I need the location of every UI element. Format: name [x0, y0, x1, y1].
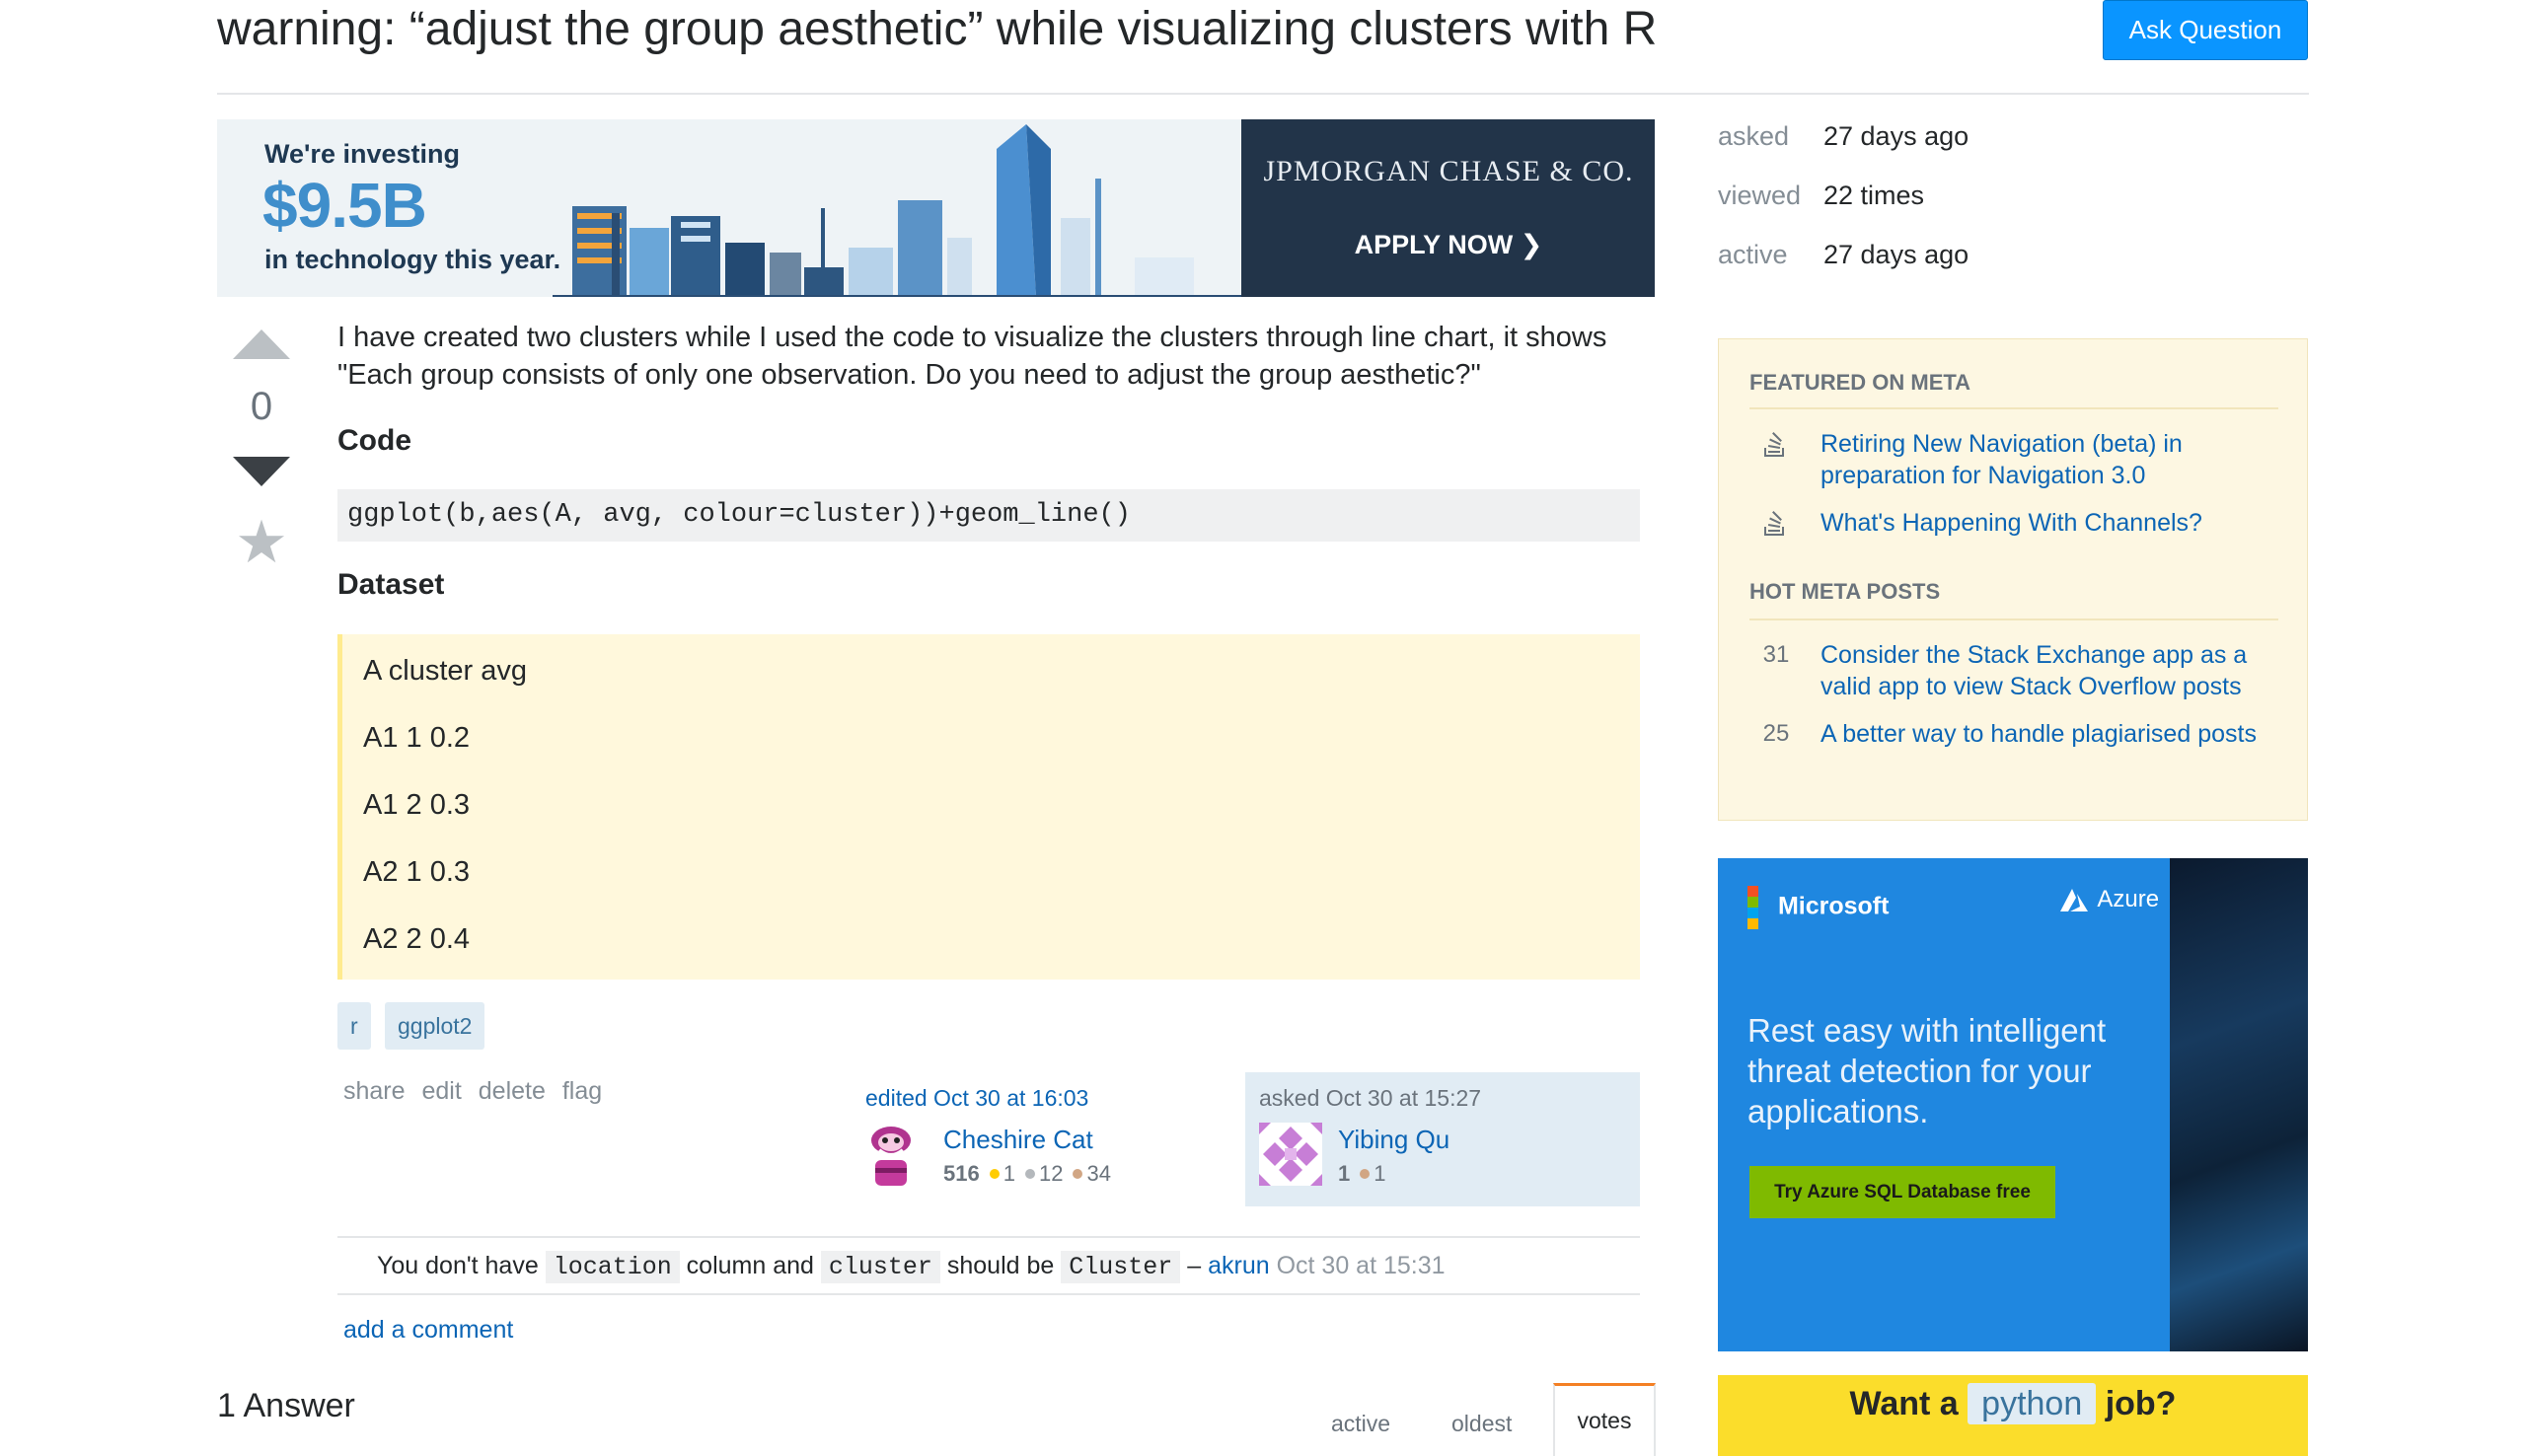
ad-headline: We're investing — [264, 139, 460, 169]
question-body-text: I have created two clusters while I used… — [337, 322, 1607, 391]
stat-active-value[interactable]: 27 days ago — [1823, 240, 1969, 270]
editor-name[interactable]: Cheshire Cat — [943, 1125, 1093, 1155]
hot-post-score: 31 — [1762, 641, 1790, 668]
jobs-suffix: job? — [2105, 1385, 2177, 1422]
dataset-line: A2 2 0.4 — [363, 923, 471, 955]
python-jobs-text[interactable]: Want a python job? — [1718, 1383, 2308, 1424]
top-ad-banner[interactable]: We're investing $9.5B in technology this… — [217, 119, 1655, 297]
tag-ggplot2[interactable]: ggplot2 — [385, 1002, 485, 1050]
meta-divider — [1749, 619, 2278, 620]
comment-divider — [337, 1293, 1640, 1295]
microsoft-logo: Microsoft — [1747, 886, 1889, 929]
delete-link[interactable]: delete — [479, 1077, 546, 1105]
downvote-arrow-icon[interactable] — [233, 457, 290, 486]
comment-author[interactable]: akrun — [1208, 1252, 1270, 1279]
comment-dash: – — [1187, 1252, 1202, 1279]
sort-tab-active[interactable]: active — [1331, 1411, 1390, 1437]
featured-on-meta-heading: FEATURED ON META — [1749, 370, 1971, 395]
stat-asked-label: asked — [1718, 121, 1790, 151]
sort-tab-votes[interactable]: votes — [1553, 1383, 1656, 1456]
city-night-photo — [2170, 858, 2308, 1351]
jobs-prefix: Want a — [1849, 1385, 1959, 1422]
meta-divider — [1749, 407, 2278, 409]
ad-apply-button[interactable]: APPLY NOW ❯ — [1261, 230, 1636, 260]
gold-badge-icon — [989, 1169, 1000, 1180]
silver-badge-count: 12 — [1038, 1161, 1064, 1186]
silver-badge-icon — [1024, 1169, 1035, 1180]
microsoft-windows-icon — [1747, 886, 1771, 929]
asker-identicon-avatar[interactable] — [1259, 1123, 1322, 1186]
favorite-star-icon[interactable]: ★ — [233, 508, 290, 577]
hot-post-score: 25 — [1762, 720, 1790, 747]
comment: You don't have location column and clust… — [377, 1248, 1446, 1285]
flag-link[interactable]: flag — [562, 1077, 602, 1105]
bronze-badge-count: 34 — [1086, 1161, 1111, 1186]
code-heading: Code — [337, 424, 411, 457]
asker-reputation: 11 — [1338, 1161, 1386, 1187]
stat-viewed-label: viewed — [1718, 181, 1802, 210]
python-tag-pill: python — [1968, 1383, 2097, 1424]
upvote-arrow-icon[interactable] — [233, 329, 290, 359]
stat-asked-value: 27 days ago — [1823, 121, 1969, 151]
asker-name[interactable]: Yibing Qu — [1338, 1125, 1449, 1155]
dataset-blockquote: A cluster avg A1 1 0.2 A1 2 0.3 A2 1 0.3… — [337, 634, 1640, 980]
editor-avatar[interactable] — [865, 1123, 917, 1188]
featured-link-1[interactable]: Retiring New Navigation (beta) in prepar… — [1820, 428, 2284, 491]
header-divider — [217, 93, 2309, 95]
bronze-badge-count: 1 — [1374, 1161, 1386, 1186]
editor-rep-score: 516 — [943, 1161, 980, 1186]
featured-link-2[interactable]: What's Happening With Channels? — [1820, 507, 2284, 539]
stack-overflow-icon — [1764, 432, 1784, 457]
bronze-badge-icon — [1360, 1169, 1371, 1180]
tag-r[interactable]: r — [337, 1002, 371, 1050]
editor-reputation: 516 1 12 34 — [943, 1161, 1111, 1187]
add-comment-link[interactable]: add a comment — [343, 1316, 513, 1345]
stat-viewed-value: 22 times — [1823, 181, 1925, 210]
post-menu: share edit delete flag — [343, 1077, 612, 1106]
ad-brand-logo: JPMORGAN CHASE & CO. — [1263, 155, 1634, 187]
hot-post-link-1[interactable]: Consider the Stack Exchange app as a val… — [1820, 639, 2284, 702]
dataset-line: A2 1 0.3 — [363, 856, 471, 888]
dataset-heading: Dataset — [337, 568, 445, 601]
azure-icon — [2060, 888, 2088, 911]
vote-count: 0 — [250, 385, 273, 428]
code-block: ggplot(b,aes(A, avg, colour=cluster))+ge… — [337, 489, 1640, 542]
ad-subline: in technology this year. — [264, 245, 561, 274]
comment-text: column and — [686, 1252, 814, 1279]
stat-active-label: active — [1718, 240, 1788, 269]
ad-amount: $9.5B — [262, 170, 427, 241]
gold-badge-count: 1 — [1003, 1161, 1015, 1186]
ad-right-panel — [1241, 119, 1655, 297]
comment-time[interactable]: Oct 30 at 15:31 — [1277, 1252, 1446, 1279]
hot-meta-posts-heading: HOT META POSTS — [1749, 579, 1941, 604]
edited-timestamp[interactable]: edited Oct 30 at 16:03 — [865, 1085, 1088, 1112]
comment-text: should be — [946, 1252, 1055, 1279]
comment-code: location — [545, 1251, 680, 1283]
stack-overflow-icon — [1764, 511, 1784, 536]
azure-ad-text: Rest easy with intelligent threat detect… — [1747, 1012, 2107, 1129]
dataset-line: A cluster avg — [363, 655, 528, 687]
azure-logo: Azure — [2058, 886, 2159, 913]
edit-link[interactable]: edit — [422, 1077, 462, 1105]
comment-text: You don't have — [377, 1252, 539, 1279]
bronze-badge-icon — [1073, 1169, 1083, 1180]
comment-divider — [337, 1236, 1640, 1238]
dataset-line: A1 1 0.2 — [363, 722, 471, 754]
sort-tab-oldest[interactable]: oldest — [1451, 1411, 1512, 1437]
comment-code: cluster — [820, 1251, 940, 1283]
hot-post-link-2[interactable]: A better way to handle plagiarised posts — [1820, 718, 2284, 750]
asked-timestamp: asked Oct 30 at 15:27 — [1259, 1085, 1482, 1111]
azure-ad[interactable]: Microsoft Azure Rest easy with intellige… — [1718, 858, 2308, 1351]
asker-rep-score: 1 — [1338, 1161, 1351, 1186]
answers-count: 1 Answer — [217, 1387, 355, 1424]
ask-question-button[interactable]: Ask Question — [2103, 0, 2308, 60]
share-link[interactable]: share — [343, 1077, 406, 1105]
azure-ad-button[interactable]: Try Azure SQL Database free — [1749, 1166, 2055, 1218]
azure-brand-text: Azure — [2097, 886, 2160, 912]
comment-code: Cluster — [1061, 1251, 1181, 1283]
microsoft-brand-text: Microsoft — [1777, 892, 1890, 920]
dataset-line: A1 2 0.3 — [363, 789, 471, 821]
question-title[interactable]: warning: “adjust the group aesthetic” wh… — [217, 0, 1657, 59]
